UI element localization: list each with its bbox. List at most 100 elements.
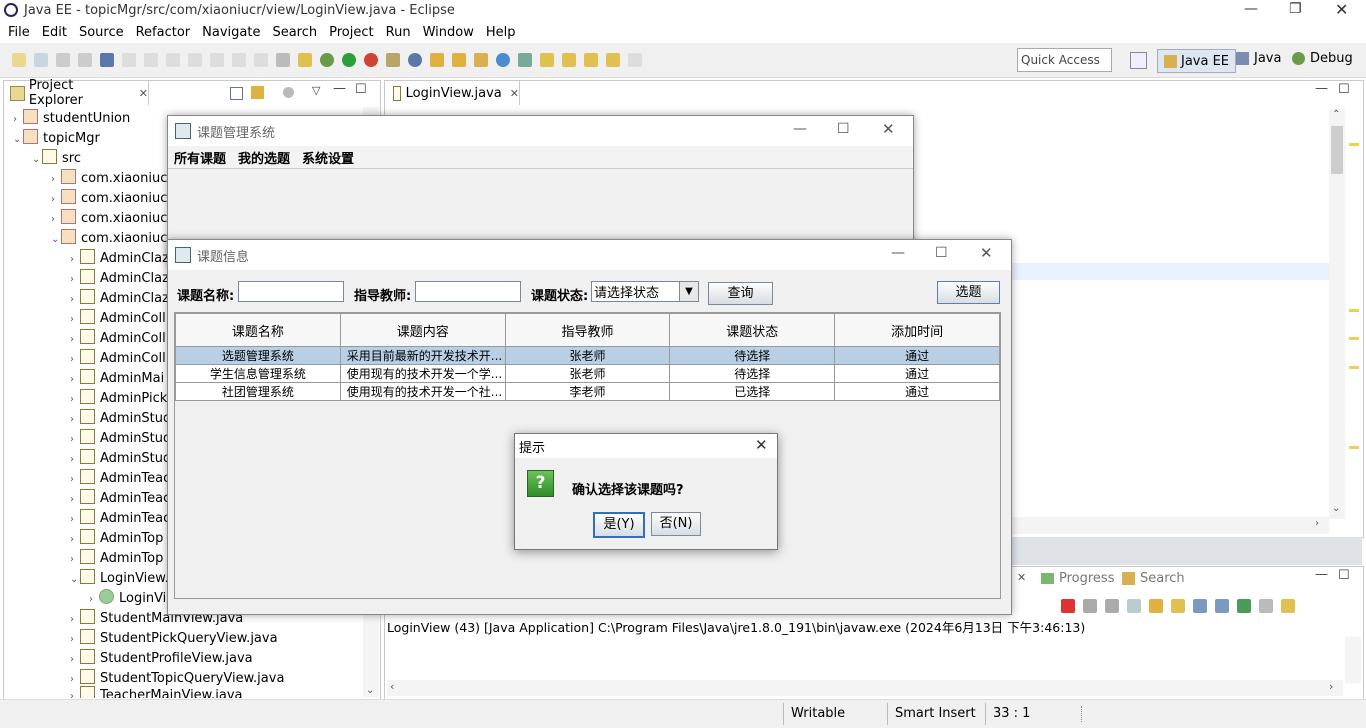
clear-console-icon[interactable] [1127,599,1141,613]
run-icon[interactable] [342,53,356,67]
yes-button[interactable]: 是(Y) [593,512,645,538]
no-button[interactable]: 否(N) [651,512,701,536]
menu-my-topics[interactable]: 我的选题 [238,148,290,167]
back-icon[interactable] [606,53,620,67]
tree-item[interactable]: › AdminStud [70,449,171,466]
terminate-icon[interactable] [188,53,202,67]
tab-progress[interactable]: Progress [1041,571,1114,586]
minimize-view-icon[interactable]: — [333,81,346,96]
tree-item[interactable]: › AdminStud [70,429,171,446]
restore-icon[interactable]: ❐ [1289,1,1302,17]
scroll-left-icon[interactable]: ‹ [390,680,394,693]
menu-settings[interactable]: 系统设置 [302,148,354,167]
menu-navigate[interactable]: Navigate [202,25,260,40]
tree-item[interactable]: › AdminTeac [70,509,170,526]
save-icon[interactable] [56,53,70,67]
tree-item[interactable]: › StudentProfileView.java [70,649,253,666]
scroll-lock-icon[interactable] [1149,599,1163,613]
column-header[interactable]: 课题状态 [669,313,836,347]
open-perspective-icon[interactable] [1130,52,1147,69]
scroll-thumb[interactable] [1331,126,1343,174]
tree-item[interactable]: › AdminClaz [70,289,169,306]
tree-item[interactable]: › StudentTopicQueryView.java [70,669,284,686]
tree-item[interactable]: › AdminTop [70,549,163,566]
step-over-icon[interactable] [232,53,246,67]
menu-refactor[interactable]: Refactor [136,25,191,40]
remove-launch-icon[interactable] [1083,599,1097,613]
last-edit-icon[interactable] [584,53,598,67]
new-server-icon[interactable] [34,53,48,67]
select-topic-button[interactable]: 选题 [937,281,1000,304]
suspend-icon[interactable] [166,53,180,67]
warning-marker[interactable] [1349,446,1359,449]
tree-item[interactable]: › com.xiaoniucr [51,169,173,186]
tree-item[interactable]: ⌄ LoginView. [70,569,169,586]
tree-item[interactable]: › AdminTeac [70,469,170,486]
resume-icon[interactable] [144,53,158,67]
perspective-java-ee[interactable]: Java EE [1157,49,1237,73]
skip-breakpoints-icon[interactable] [122,53,136,67]
tree-item[interactable]: › studentUnion [13,109,130,126]
minimize-icon[interactable]: — [793,121,807,137]
console-view-icon[interactable] [100,53,114,67]
tree-item[interactable]: › AdminClaz [70,269,169,286]
minimize-view-icon[interactable]: — [1315,567,1328,582]
column-header[interactable]: 课题内容 [339,313,506,347]
scroll-right-icon[interactable]: › [1315,518,1319,529]
scroll-down-icon[interactable]: ⌄ [1332,503,1340,514]
tree-item[interactable]: › TeacherMainView.java [70,686,243,698]
console-horizontal-scrollbar[interactable]: ‹ › [387,680,1343,696]
teacher-input[interactable] [415,281,521,302]
menu-all-topics[interactable]: 所有课题 [174,148,226,167]
next-annotation-icon[interactable] [540,53,554,67]
menu-source[interactable]: Source [79,25,124,40]
column-header[interactable]: 添加时间 [834,313,1000,347]
perspective-java[interactable]: Java [1236,51,1281,66]
terminate-icon[interactable] [1061,599,1075,613]
forward-icon[interactable] [628,53,642,67]
tree-item[interactable]: › AdminColl [70,329,166,346]
tree-item[interactable]: › AdminClaz [70,249,169,266]
maximize-view-icon[interactable]: ☐ [355,82,367,97]
maximize-icon[interactable]: ☐ [837,121,850,137]
link-editor-icon[interactable] [251,86,264,99]
warning-marker[interactable] [1349,337,1359,340]
new-icon[interactable] [12,53,26,67]
open-type-icon[interactable] [430,53,444,67]
tree-item[interactable]: › LoginVi [89,589,166,606]
close-tab-icon[interactable]: ✕ [139,87,148,100]
show-stdout-icon[interactable] [1193,599,1207,613]
perspective-debug[interactable]: Debug [1292,51,1353,66]
tree-item[interactable]: ⌄ src [32,149,81,166]
console-vertical-scrollbar[interactable] [1345,637,1361,683]
maximize-view-icon[interactable]: ☐ [1338,82,1350,97]
minimize-icon[interactable]: — [1244,1,1258,17]
column-header[interactable]: 课题名称 [175,313,341,347]
maximize-icon[interactable]: ☐ [935,245,948,261]
status-select[interactable]: 请选择状态 ▼ [591,281,699,302]
menu-help[interactable]: Help [486,25,516,40]
close-icon[interactable]: ✕ [980,244,993,262]
menu-project[interactable]: Project [329,25,373,40]
close-icon[interactable]: ✕ [1335,0,1348,19]
debug-icon[interactable] [320,53,334,67]
menu-window[interactable]: Window [423,25,474,40]
minimize-view-icon[interactable]: — [1315,81,1328,96]
new-class-icon[interactable] [408,53,422,67]
table-row[interactable]: 学生信息管理系统 使用现有的技术开发一个学... 张老师 待选择 通过 [175,364,1000,383]
new-java-project-icon[interactable] [386,53,400,67]
scroll-right-icon[interactable]: › [1329,680,1333,693]
scroll-up-icon[interactable]: ⌃ [1332,109,1340,120]
word-wrap-icon[interactable] [1171,599,1185,613]
column-header[interactable]: 指导教师 [504,313,671,347]
query-button[interactable]: 查询 [708,282,773,305]
menu-search[interactable]: Search [272,25,317,40]
close-tab-icon[interactable]: ✕ [510,87,519,100]
save-all-icon[interactable] [78,53,92,67]
mark-occurrences-icon[interactable] [298,53,312,67]
tree-item[interactable]: › com.xiaoniucr [51,209,173,226]
display-console-icon[interactable] [1259,599,1273,613]
menu-run[interactable]: Run [386,25,411,40]
tree-item[interactable]: › AdminPick [70,389,167,406]
view-menu-icon[interactable]: ▽ [312,84,320,97]
